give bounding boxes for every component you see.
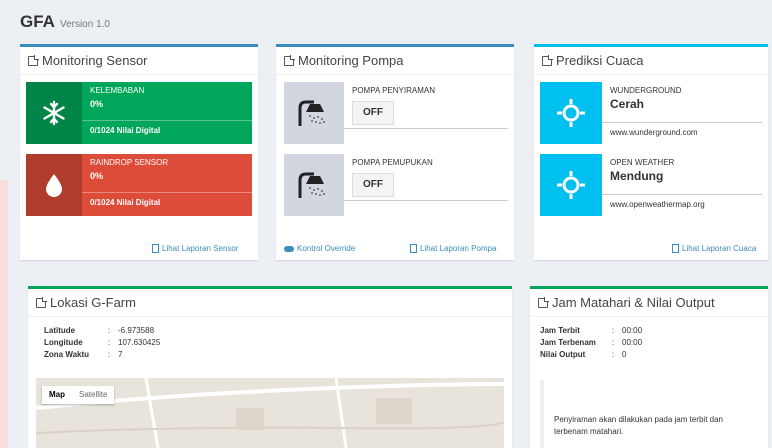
map-type-satellite-button[interactable]: Satellite xyxy=(72,386,114,404)
lokasi-table: Latitude : -6.973588 Longitude : 107.630… xyxy=(44,324,160,360)
jam-terbenam-row: Jam Terbenam : 00:00 xyxy=(540,337,643,347)
pompa-pemupukan-label: POMPA PEMUPUKAN xyxy=(352,158,433,167)
nilai-output-value: 0 xyxy=(622,349,627,359)
raindrop-info-box: RAINDROP SENSOR 0% 0/1024 Nilai Digital xyxy=(26,154,252,216)
penyiraman-note: Penyiraman akan dilakukan pada jam terbi… xyxy=(540,380,756,448)
jam-matahari-title: Jam Matahari & Nilai Output xyxy=(530,289,768,317)
divider xyxy=(344,128,508,129)
file-icon xyxy=(152,244,159,253)
wunderground-url: www.wunderground.com xyxy=(602,122,762,137)
monitoring-pompa-box: Monitoring Pompa xyxy=(276,44,514,260)
latitude-row: Latitude : -6.973588 xyxy=(44,325,155,335)
kelembaban-value: 0% xyxy=(90,99,104,109)
zona-waktu-row: Zona Waktu : 7 xyxy=(44,349,123,359)
gamepad-icon xyxy=(284,245,294,252)
drop-icon xyxy=(26,154,82,216)
latitude-value: -6.973588 xyxy=(118,325,155,335)
zona-waktu-value: 7 xyxy=(118,349,123,359)
longitude-row: Longitude : 107.630425 xyxy=(44,337,161,347)
openweather-box: OPEN WEATHER Mendung www.openweathermap.… xyxy=(540,154,762,216)
left-accent-strip xyxy=(0,180,8,448)
page-header: GFA Version 1.0 xyxy=(20,12,110,38)
lokasi-title: Lokasi G-Farm xyxy=(28,289,512,317)
edit-icon xyxy=(542,54,553,66)
kelembaban-label: KELEMBABAN xyxy=(90,86,145,95)
shower-icon xyxy=(284,82,344,144)
kelembaban-info-box: KELEMBABAN 0% 0/1024 Nilai Digital xyxy=(26,82,252,144)
divider xyxy=(344,200,508,201)
wunderground-box: WUNDERGROUND Cerah www.wunderground.com xyxy=(540,82,762,144)
edit-icon xyxy=(538,296,549,308)
jam-terbenam-value: 00:00 xyxy=(622,337,643,347)
edit-icon xyxy=(28,54,39,66)
edit-icon xyxy=(284,54,295,66)
monitoring-sensor-box: Monitoring Sensor xyxy=(20,44,258,260)
pompa-pemupukan-toggle[interactable]: OFF xyxy=(352,173,394,197)
openweather-condition: Mendung xyxy=(610,169,664,183)
file-icon xyxy=(672,244,679,253)
kontrol-override-link[interactable]: Kontrol Override xyxy=(284,244,355,253)
file-icon xyxy=(410,244,417,253)
monitoring-pompa-title: Monitoring Pompa xyxy=(276,47,514,75)
lihat-laporan-sensor-link[interactable]: Lihat Laporan Sensor xyxy=(152,244,239,253)
kelembaban-desc: 0/1024 Nilai Digital xyxy=(82,120,252,135)
version-label: Version 1.0 xyxy=(59,19,110,30)
openweather-source: OPEN WEATHER xyxy=(610,158,675,167)
map-view[interactable]: Map Satellite xyxy=(36,378,504,448)
sun-icon xyxy=(540,154,602,216)
edit-icon xyxy=(36,296,47,308)
raindrop-value: 0% xyxy=(90,171,104,181)
snowflake-icon xyxy=(26,82,82,144)
longitude-value: 107.630425 xyxy=(118,337,161,347)
openweather-url: www.openweathermap.org xyxy=(602,194,762,209)
pompa-pemupukan-box: POMPA PEMUPUKAN OFF xyxy=(284,154,508,216)
map-type-map-button[interactable]: Map xyxy=(42,386,72,404)
shower-icon xyxy=(284,154,344,216)
monitoring-sensor-title: Monitoring Sensor xyxy=(20,47,258,75)
lihat-laporan-pompa-link[interactable]: Lihat Laporan Pompa xyxy=(410,244,497,253)
pompa-penyiraman-toggle[interactable]: OFF xyxy=(352,101,394,125)
wunderground-source: WUNDERGROUND xyxy=(610,86,682,95)
raindrop-desc: 0/1024 Nilai Digital xyxy=(82,192,252,207)
pompa-penyiraman-label: POMPA PENYIRAMAN xyxy=(352,86,435,95)
jam-matahari-table: Jam Terbit : 00:00 Jam Terbenam : 00:00 … xyxy=(540,324,642,360)
raindrop-label: RAINDROP SENSOR xyxy=(90,158,169,167)
wunderground-condition: Cerah xyxy=(610,97,645,111)
sun-icon xyxy=(540,82,602,144)
jam-terbit-value: 00:00 xyxy=(622,325,643,335)
prediksi-cuaca-title: Prediksi Cuaca xyxy=(534,47,768,75)
lihat-laporan-cuaca-link[interactable]: Lihat Laporan Cuaca xyxy=(672,244,756,253)
jam-terbit-row: Jam Terbit : 00:00 xyxy=(540,325,643,335)
map-type-control: Map Satellite xyxy=(42,386,115,404)
prediksi-cuaca-box: Prediksi Cuaca xyxy=(534,44,768,260)
brand-title: GFA xyxy=(20,12,55,31)
nilai-output-row: Nilai Output : 0 xyxy=(540,349,627,359)
pompa-penyiraman-box: POMPA PENYIRAMAN OFF xyxy=(284,82,508,144)
